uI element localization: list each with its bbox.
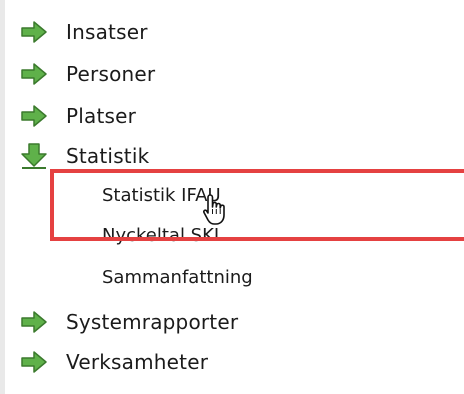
- hand-cursor-icon: [203, 194, 225, 225]
- navigation-tree: Insatser Personer Platser Statistik Stat…: [0, 0, 464, 394]
- nav-item-label: Insatser: [66, 20, 148, 44]
- subitem-sammanfattning[interactable]: Sammanfattning: [102, 264, 253, 290]
- nav-item-systemrapporter[interactable]: Systemrapporter: [18, 308, 238, 336]
- arrow-right-icon: [21, 63, 47, 85]
- nav-item-label: Systemrapporter: [66, 310, 239, 334]
- subitem-label: Sammanfattning: [102, 266, 253, 288]
- nav-item-label: Personer: [66, 62, 156, 86]
- nav-item-platser[interactable]: Platser: [18, 102, 136, 130]
- nav-item-statistik[interactable]: Statistik: [18, 142, 149, 170]
- arrow-down-icon: [21, 143, 47, 169]
- nav-item-label: Platser: [66, 104, 137, 128]
- nav-item-insatser[interactable]: Insatser: [18, 18, 148, 46]
- arrow-right-icon: [21, 21, 47, 43]
- subitem-label: Nyckeltal SKL: [102, 224, 224, 246]
- arrow-right-icon: [21, 351, 47, 373]
- arrow-right-icon: [21, 105, 47, 127]
- nav-item-personer[interactable]: Personer: [18, 60, 155, 88]
- nav-item-verksamheter[interactable]: Verksamheter: [18, 348, 208, 376]
- arrow-right-icon: [21, 311, 47, 333]
- nav-item-label: Verksamheter: [66, 350, 209, 374]
- nav-item-label: Statistik: [66, 144, 150, 168]
